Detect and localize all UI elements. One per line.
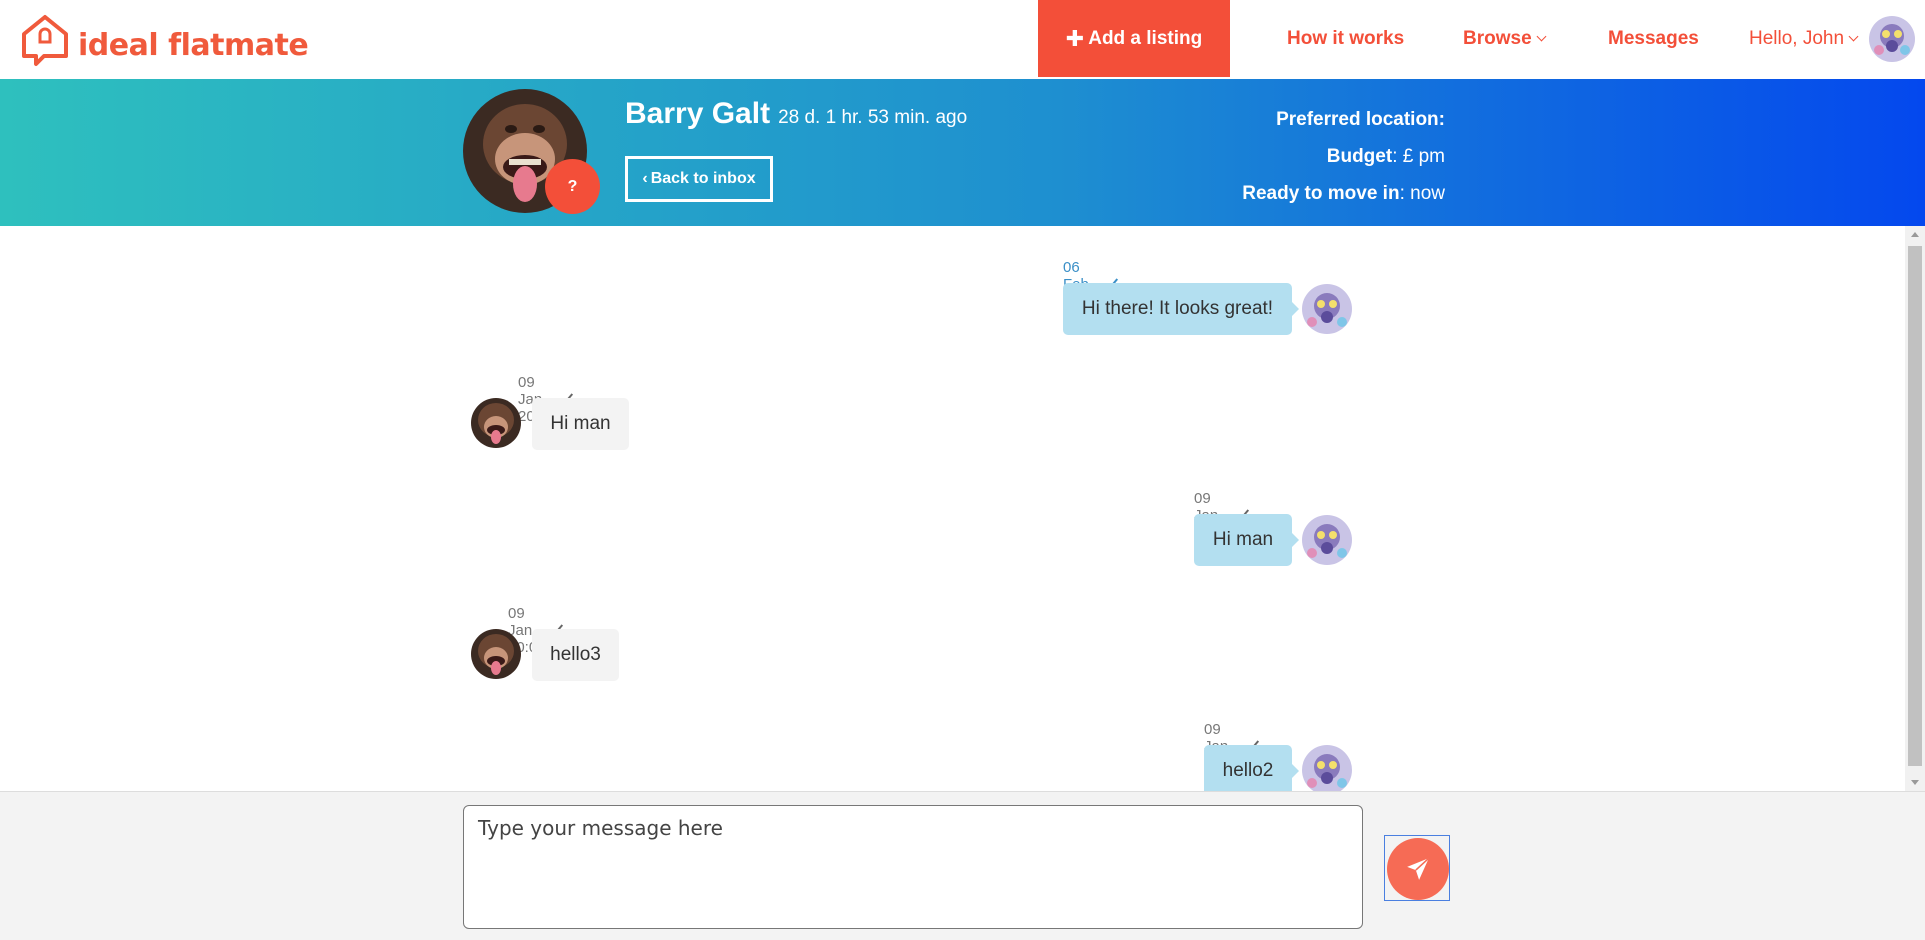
paper-plane-icon [1407, 857, 1430, 880]
contact-name: Barry Galt [625, 97, 771, 130]
contact-preferences: Preferred location: Budget: £ pm Ready t… [1242, 101, 1445, 212]
message-bubble: hello2 [1204, 745, 1299, 791]
unknown-info-badge: ? [545, 159, 600, 214]
contact-avatar-small [471, 629, 521, 679]
scroll-thumb[interactable] [1908, 246, 1922, 766]
scroll-up-arrow-icon[interactable] [1911, 232, 1919, 237]
contact-name-row: Barry Galt 28 d. 1 hr. 53 min. ago [625, 97, 967, 131]
send-button-focus-ring [1384, 835, 1450, 901]
my-avatar [1302, 515, 1352, 565]
logo[interactable]: ideal flatmate [18, 12, 309, 68]
preferred-location-row: Preferred location: [1242, 101, 1445, 138]
back-to-inbox-button[interactable]: ‹ Back to inbox [625, 156, 773, 202]
user-menu[interactable]: Hello, John [1749, 0, 1916, 77]
add-listing-button[interactable]: ✚ Add a listing [1038, 0, 1230, 77]
chevron-left-icon: ‹ [642, 170, 648, 187]
contact-avatar-small [471, 398, 521, 448]
send-button[interactable] [1387, 838, 1449, 900]
nav-browse-dropdown[interactable]: Browse [1463, 0, 1547, 77]
nav-how-it-works[interactable]: How it works [1287, 0, 1404, 77]
last-seen: 28 d. 1 hr. 53 min. ago [778, 107, 968, 128]
move-in-value: : now [1399, 183, 1445, 204]
top-navbar: ideal flatmate ✚ Add a listing How it wo… [0, 0, 1925, 79]
budget-value: : £ pm [1392, 146, 1445, 167]
message-input[interactable] [463, 805, 1363, 929]
add-listing-label: Add a listing [1088, 27, 1203, 49]
preferred-location-label: Preferred location: [1276, 109, 1445, 130]
nav-messages[interactable]: Messages [1608, 0, 1699, 77]
message-bubble: Hi man [532, 398, 629, 450]
my-avatar [1302, 745, 1352, 791]
budget-row: Budget: £ pm [1242, 138, 1445, 175]
move-in-row: Ready to move in: now [1242, 175, 1445, 212]
chevron-down-icon [1848, 31, 1859, 42]
browse-label: Browse [1463, 27, 1532, 49]
thread-scrollbar[interactable] [1905, 226, 1925, 791]
user-avatar[interactable] [1869, 15, 1916, 62]
back-to-inbox-label: Back to inbox [650, 170, 756, 187]
conversation-header: ? Barry Galt 28 d. 1 hr. 53 min. ago ‹ B… [0, 79, 1925, 226]
message-bubble: Hi there! It looks great! [1063, 283, 1299, 335]
my-avatar [1302, 284, 1352, 334]
plus-icon: ✚ [1065, 25, 1085, 51]
house-chat-logo-icon [22, 15, 68, 66]
logo-text: ideal flatmate [78, 27, 309, 63]
budget-label: Budget [1326, 146, 1393, 167]
message-thread[interactable]: 06 Feb 22:24 Hi there! It looks great! 0… [0, 226, 1905, 791]
message-composer [0, 791, 1925, 940]
chevron-down-icon [1536, 31, 1547, 42]
scroll-down-arrow-icon[interactable] [1911, 780, 1919, 785]
user-greeting: Hello, John [1749, 27, 1845, 49]
message-bubble: Hi man [1194, 514, 1299, 566]
message-bubble: hello3 [532, 629, 619, 681]
move-in-label: Ready to move in [1242, 183, 1400, 204]
